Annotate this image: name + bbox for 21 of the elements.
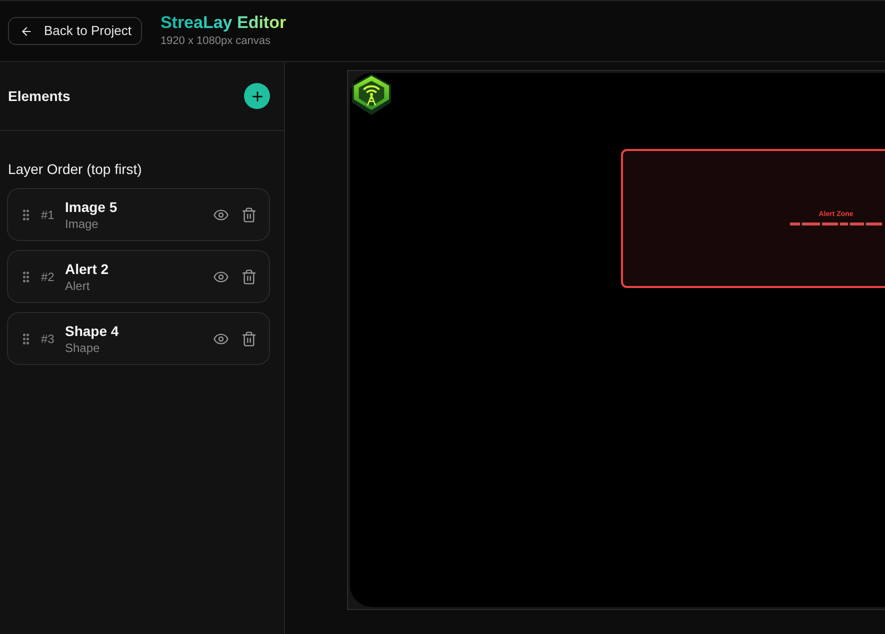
back-to-project-button[interactable]: Back to Project [8, 17, 142, 45]
trash-icon[interactable] [241, 330, 257, 346]
layer-name: Alert 2 [65, 260, 110, 278]
tower-logo-icon [350, 73, 393, 116]
layer-name: Image 5 [65, 198, 118, 216]
layer-number: #2 [41, 268, 56, 286]
trash-icon[interactable] [241, 206, 257, 222]
layer-order-title: Layer Order (top first) [7, 160, 143, 178]
layer-number: #1 [41, 206, 56, 224]
layer-type: Alert [65, 278, 91, 294]
elements-heading: Elements [8, 86, 70, 106]
layer-number: #3 [41, 330, 56, 348]
arrow-left-icon [20, 24, 33, 38]
app-title: StreaLay Editor [160, 13, 286, 33]
trash-icon[interactable] [241, 268, 257, 284]
add-element-button[interactable] [244, 83, 270, 109]
canvas-size-subtitle: 1920 x 1080px canvas [160, 34, 272, 49]
layer-name: Shape 4 [65, 322, 120, 340]
layer-type: Shape [65, 340, 101, 356]
layer-type: Image [65, 216, 100, 232]
plus-icon [250, 88, 264, 104]
